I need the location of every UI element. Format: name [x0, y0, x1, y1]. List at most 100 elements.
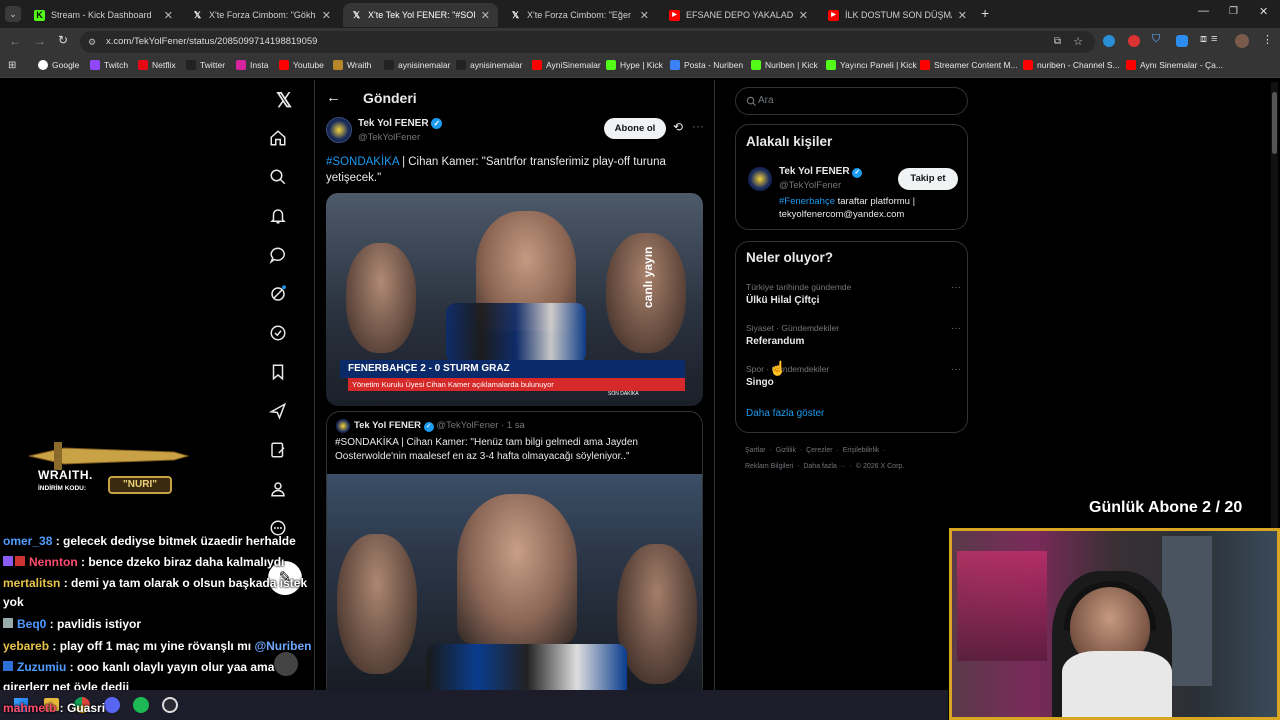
bookmark-netflix[interactable]: Netflix	[138, 60, 176, 70]
bookmarks-icon[interactable]	[269, 363, 287, 381]
back-arrow-icon[interactable]: ←	[326, 89, 341, 106]
bookmark-streamer-content[interactable]: Streamer Content M...	[920, 60, 1018, 70]
tab-kick-dashboard[interactable]: K Stream - Kick Dashboard ✕	[26, 3, 181, 27]
x-icon	[384, 60, 394, 70]
close-tab-icon[interactable]: ✕	[799, 9, 808, 22]
shield-icon[interactable]: ⛉	[1152, 33, 1160, 46]
bookmark-nuriben-channel[interactable]: nuriben - Channel S...	[1023, 60, 1120, 70]
bookmark-star-icon[interactable]: ☆	[1073, 31, 1083, 53]
notifications-icon[interactable]	[269, 207, 287, 225]
grok-icon[interactable]	[269, 285, 287, 303]
footer-privacy-link[interactable]: Gizlilik	[776, 447, 796, 454]
puzzle-icon[interactable]: ⧈	[1200, 33, 1207, 46]
bookmark-twitter[interactable]: Twitter	[186, 60, 225, 70]
bookmark-aynisinemalar-3[interactable]: AyniSinemalar	[532, 60, 601, 70]
search-icon	[746, 96, 757, 107]
spotify-icon[interactable]	[133, 697, 149, 713]
close-tab-icon[interactable]: ✕	[164, 9, 173, 22]
follow-button[interactable]: Takip et	[898, 168, 958, 190]
maximize-icon[interactable]: ❐	[1229, 6, 1238, 17]
tab-ilk-dostum[interactable]: ▶ İLK DOSTUM SON DÜŞMANIM✕	[820, 3, 975, 27]
back-icon[interactable]: ←	[9, 34, 21, 48]
footer-more-link[interactable]: Daha fazla ···	[803, 463, 845, 470]
subscribe-button[interactable]: Abone ol	[604, 118, 666, 139]
x-icon: 𝕏	[511, 9, 520, 20]
related-handle[interactable]: @TekYolFener	[779, 180, 841, 191]
tab-tek-yol-fener[interactable]: 𝕏 X'te Tek Yol FENER: "#SOND ✕	[343, 3, 498, 27]
sponsor-code-label: İNDİRİM KODU:	[38, 485, 87, 492]
author-avatar[interactable]	[326, 117, 352, 143]
tab-search-button[interactable]: ⌄	[5, 6, 21, 22]
post-more-icon[interactable]: ···	[692, 119, 704, 133]
menu-icon[interactable]: ⋮	[1262, 33, 1273, 46]
scrollbar-thumb[interactable]	[1272, 92, 1277, 154]
author-name[interactable]: Tek Yol FENER ✓	[358, 118, 443, 129]
post-hashtag[interactable]: #SONDAKİKA	[326, 156, 399, 168]
bookmark-nuriben-kick[interactable]: Nuriben | Kick	[751, 60, 818, 70]
bookmark-wraith[interactable]: Wraith	[333, 60, 371, 70]
tab-forza-cimbom-2[interactable]: 𝕏 X'te Forza Cimbom: "Eğer hiç b✕	[502, 3, 657, 27]
messages-icon[interactable]	[269, 246, 287, 264]
footer-ads-info-link[interactable]: Reklam Bilgileri	[745, 463, 793, 470]
site-info-icon[interactable]: ⚙	[88, 31, 96, 53]
trend-item[interactable]: Türkiye tarihinde gündemde Ülkü Hilal Çi…	[746, 282, 961, 312]
jobs-icon[interactable]	[269, 402, 287, 420]
install-icon[interactable]: ⧉	[1054, 31, 1061, 53]
minimize-icon[interactable]: —	[1198, 5, 1209, 17]
forward-icon[interactable]: →	[34, 34, 46, 48]
media-icon[interactable]: ≡	[1211, 33, 1217, 45]
bookmark-youtube[interactable]: Youtube	[279, 60, 324, 70]
post-image[interactable]: canlı yayın FENERBAHÇE 2 - 0 STURM GRAZ …	[326, 193, 703, 406]
premium-icon[interactable]	[269, 441, 287, 459]
bookmark-yayinci-paneli[interactable]: Yayıncı Paneli | Kick	[826, 60, 917, 70]
bookmark-twitch[interactable]: Twitch	[90, 60, 128, 70]
discord-icon[interactable]	[104, 697, 120, 713]
quoted-post[interactable]: Tek Yol FENER ✓ @TekYolFener · 1 sa #SON…	[326, 411, 703, 701]
obs-icon[interactable]	[162, 697, 178, 713]
profile-icon[interactable]	[269, 480, 287, 498]
related-name[interactable]: Tek Yol FENER ✓	[779, 166, 863, 178]
bookmark-aynisinemalar-1[interactable]: aynisinemalar	[384, 60, 450, 70]
bookmark-google[interactable]: Google	[38, 60, 79, 70]
search-bar[interactable]: Ara	[735, 87, 968, 115]
chat-message: Beq0 : pavlidis istiyor	[3, 614, 141, 635]
address-bar[interactable]: ⚙ x.com/TekYolFener/status/2085099714198…	[80, 31, 1095, 53]
bookmark-insta[interactable]: Insta	[236, 60, 268, 70]
bookmark-hype-kick[interactable]: Hype | Kick	[606, 60, 663, 70]
bookmark-ayni-sinemalar[interactable]: Aynı Sinemalar - Ça...	[1126, 60, 1223, 70]
verified-orgs-icon[interactable]	[269, 324, 287, 342]
chat-message: mahmetb : Guasri	[3, 701, 106, 715]
tab-forza-cimbom-1[interactable]: 𝕏 X'te Forza Cimbom: "Gökhan D✕	[184, 3, 339, 27]
extension-icon[interactable]	[1176, 35, 1188, 47]
related-avatar[interactable]	[748, 167, 772, 191]
footer-terms-link[interactable]: Şartlar	[745, 447, 766, 454]
search-icon[interactable]	[269, 168, 287, 186]
bookmark-aynisinemalar-2[interactable]: aynisinemalar	[456, 60, 522, 70]
footer-accessibility-link[interactable]: Erişilebilirlik	[843, 447, 880, 454]
grok-explain-icon[interactable]: ⟲	[673, 120, 683, 134]
close-tab-icon[interactable]: ✕	[481, 9, 490, 22]
home-icon[interactable]	[269, 129, 287, 147]
author-handle[interactable]: @TekYolFener	[358, 132, 420, 143]
person-figure	[457, 494, 577, 644]
close-tab-icon[interactable]: ✕	[958, 9, 967, 22]
close-window-icon[interactable]: ✕	[1259, 5, 1268, 18]
x-logo-icon[interactable]: 𝕏	[276, 88, 292, 113]
footer-cookies-link[interactable]: Çerezler	[806, 447, 832, 454]
apps-grid-icon[interactable]: ⊞	[8, 60, 16, 71]
sponsor-banner: WRAITH. İNDİRİM KODU: "NURI"	[24, 432, 189, 502]
profile-avatar[interactable]	[1235, 34, 1249, 48]
extension-icon[interactable]	[1128, 35, 1140, 47]
bookmark-posta[interactable]: Posta - Nuriben	[670, 60, 743, 70]
new-tab-icon[interactable]: +	[981, 5, 989, 21]
show-more-link[interactable]: Daha fazla göster	[746, 408, 824, 419]
extension-icon[interactable]	[1103, 35, 1115, 47]
trend-more-icon[interactable]: ···	[951, 364, 961, 375]
trend-more-icon[interactable]: ···	[951, 282, 961, 293]
close-tab-icon[interactable]: ✕	[640, 9, 649, 22]
close-tab-icon[interactable]: ✕	[322, 9, 331, 22]
trend-item[interactable]: Siyaset · Gündemdekiler Referandum ···	[746, 323, 961, 353]
tab-efsane-depo[interactable]: ▶ EFSANE DEPO YAKALADIK / STE✕	[661, 3, 816, 27]
reload-icon[interactable]: ↻	[58, 33, 68, 47]
trend-more-icon[interactable]: ···	[951, 323, 961, 334]
